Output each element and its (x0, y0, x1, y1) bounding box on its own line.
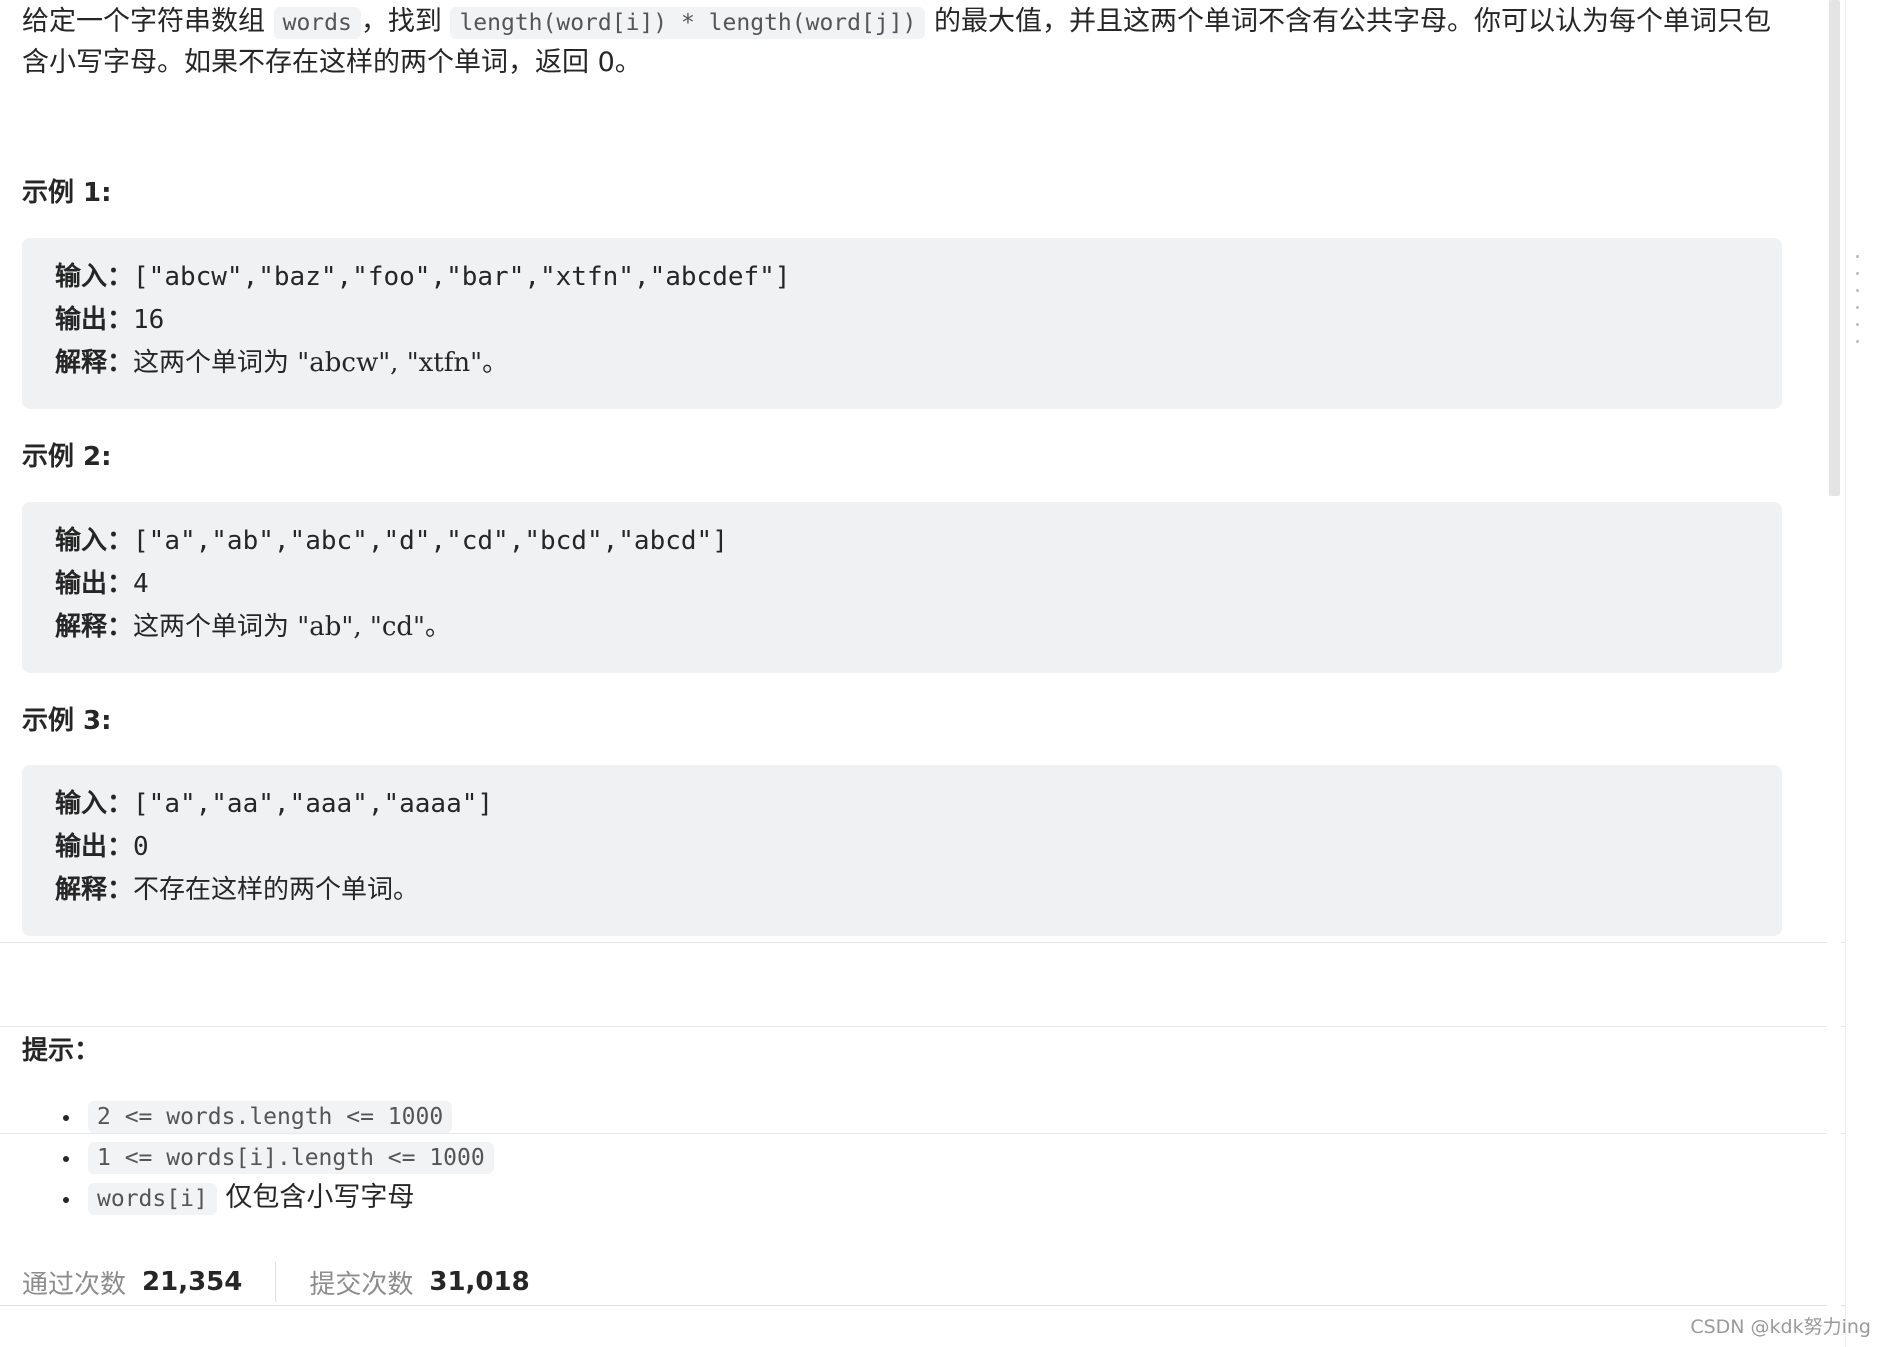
input-label: 输入： (55, 262, 134, 292)
hint-code: 1 <= words[i].length <= 1000 (88, 1142, 494, 1174)
example-1-output: 16 (133, 305, 165, 335)
accepted-value: 21,354 (142, 1267, 243, 1297)
desc-text-2: ，找到 (360, 6, 451, 37)
accepted-label: 通过次数 (22, 1269, 127, 1300)
example-1-input: ["abcw","baz","foo","bar","xtfn","abcdef… (133, 262, 791, 292)
example-2-input-line: 输入：["a","ab","abc","d","cd","bcd","abcd"… (55, 520, 1782, 563)
example-3-input: ["a","aa","aaa","aaaa"] (133, 789, 494, 819)
example-3-output: 0 (133, 832, 149, 862)
problem-content: 给定一个字符串数组 words ，找到 length(word[i]) * len… (22, 0, 1782, 83)
hint-text: 仅包含小写字母 (225, 1182, 415, 1213)
drag-handle-icon[interactable] (1856, 255, 1860, 357)
example-1-explain-line: 解释：这两个单词为 "abcw", "xtfn"。 (55, 342, 1782, 385)
input-label: 输入： (55, 526, 134, 556)
example-2-input: ["a","ab","abc","d","cd","bcd","abcd"] (133, 526, 728, 556)
explain-label: 解释： (55, 348, 134, 378)
example-1-explain: 这两个单词为 "abcw", "xtfn"。 (133, 348, 509, 378)
example-3-input-line: 输入：["a","aa","aaa","aaaa"] (55, 783, 1782, 826)
submitted-label: 提交次数 (309, 1269, 414, 1300)
scrollbar-thumb[interactable] (1829, 0, 1840, 496)
example-2-box: 输入：["a","ab","abc","d","cd","bcd","abcd"… (22, 502, 1782, 673)
example-2-output-line: 输出：4 (55, 563, 1782, 606)
hint-code: words[i] (88, 1183, 217, 1215)
hints-title: 提示： (22, 1036, 101, 1066)
divider (0, 1026, 1845, 1027)
example-1-input-line: 输入：["abcw","baz","foo","bar","xtfn","abc… (55, 256, 1782, 299)
example-1-box: 输入：["abcw","baz","foo","bar","xtfn","abc… (22, 238, 1782, 409)
output-label: 输出： (55, 569, 134, 599)
hint-item: 1 <= words[i].length <= 1000 (82, 1137, 494, 1178)
example-2-title: 示例 2: (22, 442, 112, 472)
submitted-value: 31,018 (429, 1267, 530, 1297)
explain-label: 解释： (55, 612, 134, 642)
example-1-title: 示例 1: (22, 178, 112, 208)
inline-code-formula: length(word[i]) * length(word[j]) (450, 7, 926, 39)
example-1-output-line: 输出：16 (55, 299, 1782, 342)
output-label: 输出： (55, 832, 134, 862)
output-label: 输出： (55, 305, 134, 335)
hint-item: words[i] 仅包含小写字母 (82, 1178, 494, 1219)
example-3-box: 输入：["a","aa","aaa","aaaa"] 输出：0 解释：不存在这样… (22, 765, 1782, 936)
desc-text-1: 给定一个字符串数组 (22, 6, 274, 37)
hint-code: 2 <= words.length <= 1000 (88, 1101, 453, 1133)
example-2-output: 4 (133, 569, 149, 599)
example-3-explain: 不存在这样的两个单词。 (133, 875, 420, 905)
divider (0, 1133, 1845, 1134)
problem-description: 给定一个字符串数组 words ，找到 length(word[i]) * len… (22, 2, 1792, 83)
hint-item: 2 <= words.length <= 1000 (82, 1096, 494, 1137)
example-3-explain-line: 解释：不存在这样的两个单词。 (55, 869, 1782, 912)
hints-list: 2 <= words.length <= 1000 1 <= words[i].… (60, 1096, 494, 1219)
stats-bar: 通过次数 21,354 提交次数 31,018 (22, 1262, 530, 1302)
stats-separator (275, 1262, 277, 1302)
example-3-output-line: 输出：0 (55, 826, 1782, 869)
input-label: 输入： (55, 789, 134, 819)
example-2-explain-line: 解释：这两个单词为 "ab", "cd"。 (55, 606, 1782, 649)
panel-border (1845, 0, 1846, 1347)
divider (0, 1305, 1845, 1306)
divider (0, 942, 1845, 943)
example-2-explain: 这两个单词为 "ab", "cd"。 (133, 612, 451, 642)
inline-code-words: words (273, 7, 361, 39)
explain-label: 解释： (55, 875, 134, 905)
watermark: CSDN @kdk努力ing (1690, 1316, 1871, 1338)
example-3-title: 示例 3: (22, 706, 112, 736)
